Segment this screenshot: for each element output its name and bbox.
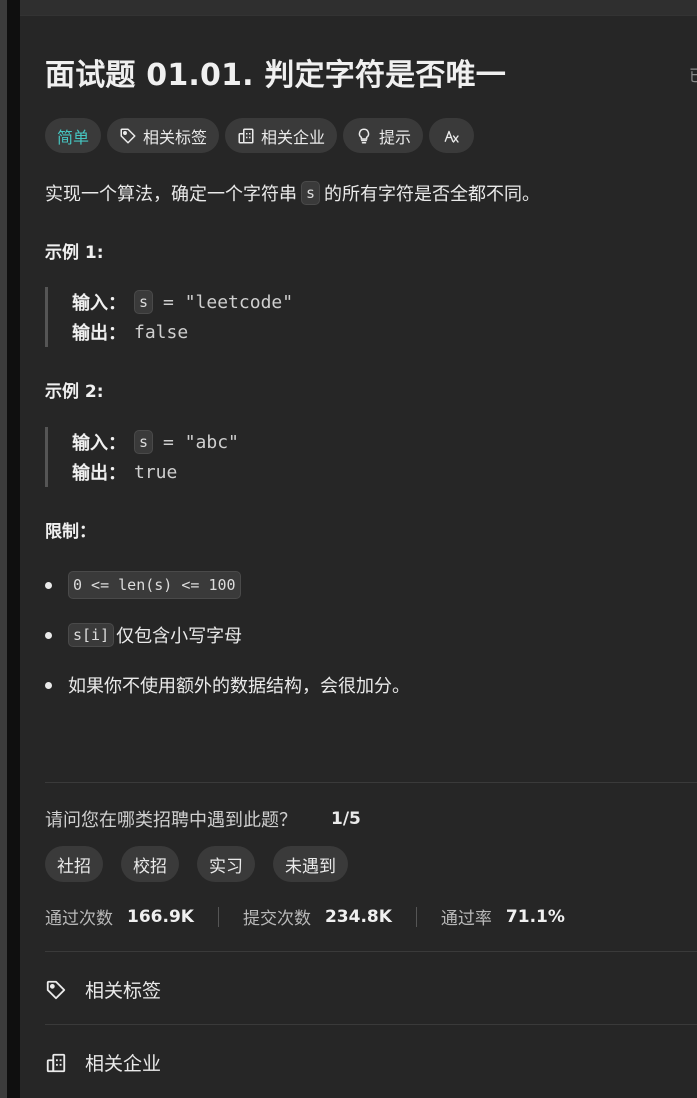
example-2-heading: 示例 2: [45,382,104,402]
difficulty-label: 简单 [57,127,90,147]
survey-option-internship[interactable]: 实习 [197,846,255,882]
constraints-list: 0 <= len(s) <= 100 s[i] 仅包含小写字母 如果你不使用额外… [45,568,410,718]
acceptance-rate-value: 71.1% [505,906,565,927]
difficulty-badge[interactable]: 简单 [45,118,102,153]
example-2-block: 输入： s = "abc" 输出： true [45,427,345,487]
left-edge-strip [0,0,7,1098]
example-2-output: 输出： true [72,457,345,487]
stats-separator [415,906,417,927]
constraint-text: 仅包含小写字母 [116,626,243,647]
example-1-output: 输出： false [72,317,345,347]
translate-button[interactable] [429,118,475,153]
input-value: = "leetcode" [163,291,294,313]
related-companies-button[interactable]: 相关企业 [225,118,338,153]
example-2-input: 输入： s = "abc" [72,427,345,457]
survey-option-campus[interactable]: 校招 [121,846,179,882]
related-tags-section-label: 相关标签 [85,980,162,1002]
constraints-heading: 限制： [45,522,96,542]
output-label: 输出： [72,463,126,484]
related-tags-label: 相关标签 [143,127,208,147]
related-companies-section[interactable]: 相关企业 [45,1049,161,1076]
building-icon [238,128,254,143]
lightbulb-icon [358,127,370,143]
translate-icon [444,130,459,143]
bullet-dot [45,581,52,589]
survey-options: 社招 校招 实习 未遇到 [45,846,348,882]
survey-question-text: 请问您在哪类招聘中遇到此题？ [45,810,297,831]
interview-survey-question: 请问您在哪类招聘中遇到此题？ 1/5 [45,806,361,832]
output-label: 输出： [72,323,126,344]
tag-icon [46,980,66,999]
related-companies-label: 相关企业 [261,127,326,147]
input-variable: s [134,290,154,314]
clipped-status-text: 已 [689,62,697,86]
example-1-block: 输入： s = "leetcode" 输出： false [45,287,345,347]
input-label: 输入： [72,293,126,314]
related-tags-section[interactable]: 相关标签 [45,976,161,1003]
section-divider [45,951,697,952]
accepted-value: 166.9K [127,906,194,927]
panel-gap [7,0,20,1098]
section-divider [45,782,697,783]
input-label: 输入： [72,433,126,454]
problem-statement: 实现一个算法，确定一个字符串 s 的所有字符是否全都不同。 [45,180,540,206]
statement-text-after: 的所有字符是否全都不同。 [324,184,541,205]
statement-text-before: 实现一个算法，确定一个字符串 [45,184,297,205]
bullet-dot [45,631,52,639]
output-value: true [134,461,178,483]
section-divider [45,1024,697,1025]
output-value: false [134,321,189,343]
survey-progress: 1/5 [331,809,361,829]
input-value: = "abc" [163,431,239,453]
stats-separator [217,906,219,927]
hints-button[interactable]: 提示 [343,118,424,153]
example-1-input: 输入： s = "leetcode" [72,287,345,317]
example-1-heading: 示例 1: [45,243,104,263]
tag-icon [120,128,136,143]
constraint-item: s[i] 仅包含小写字母 [45,618,410,652]
hints-label: 提示 [379,127,412,147]
constraint-code: s[i] [68,623,115,647]
constraint-item: 0 <= len(s) <= 100 [45,568,410,602]
submission-stats: 通过次数 166.9K 提交次数 234.8K 通过率 71.1% [45,904,565,929]
constraint-text: 如果你不使用额外的数据结构，会很加分。 [68,676,410,697]
building-icon [46,1053,66,1072]
survey-option-not-encountered[interactable]: 未遇到 [273,846,348,882]
survey-option-social[interactable]: 社招 [45,846,103,882]
submissions-label: 提交次数 [242,909,311,929]
problem-description-panel: 面试题 01.01. 判定字符是否唯一 已 简单 相关标签 相关企业 提示 [20,0,697,1098]
problem-title: 面试题 01.01. 判定字符是否唯一 [45,58,506,93]
bullet-dot [45,681,52,689]
statement-inline-code: s [301,181,321,205]
submissions-value: 234.8K [324,906,392,927]
constraint-item: 如果你不使用额外的数据结构，会很加分。 [45,668,410,702]
constraint-code: 0 <= len(s) <= 100 [68,571,241,599]
accepted-label: 通过次数 [45,909,113,929]
input-variable: s [134,430,154,454]
related-companies-section-label: 相关企业 [85,1053,162,1075]
acceptance-rate-label: 通过率 [440,909,492,929]
problem-tag-row: 简单 相关标签 相关企业 提示 [45,118,475,153]
related-tags-button[interactable]: 相关标签 [107,118,220,153]
panel-top-bar [20,0,697,16]
